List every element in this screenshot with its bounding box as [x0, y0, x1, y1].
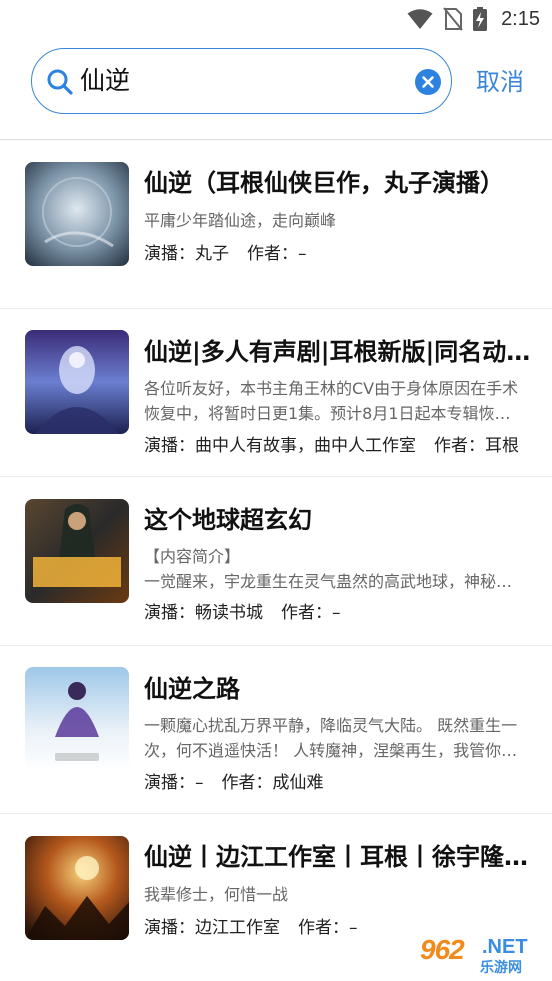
result-item[interactable]: 仙逆|多人有声剧|耳根新版|同名动画原著 各位听友好，本书主角王林的CV由于身体…: [0, 309, 552, 476]
cancel-button[interactable]: 取消: [476, 66, 524, 98]
author-label: 作者：成仙难: [221, 773, 324, 793]
result-description: 【内容简介】 一觉醒来，宇龙重生在灵气蛊然的高武地球，神秘力量觉醒: [144, 547, 526, 591]
watermark-net: .NET: [482, 936, 528, 958]
result-title: 这个地球超玄幻: [144, 506, 312, 534]
author-label: 作者：–: [298, 918, 358, 938]
no-sim-icon: [443, 7, 463, 31]
result-title: 仙逆之路: [144, 675, 240, 703]
clear-icon[interactable]: [415, 69, 441, 95]
author-label: 作者：耳根: [434, 436, 519, 456]
watermark-number: 962: [420, 934, 465, 965]
search-icon: [47, 69, 73, 95]
watermark-site-name: 乐游网: [480, 960, 522, 976]
battery-charging-icon: [473, 7, 488, 31]
result-title: 仙逆丨边江工作室丨耳根丨徐宇隆演播: [144, 843, 534, 871]
result-description: 我辈修士，何惜一战: [144, 885, 289, 904]
result-item[interactable]: 仙逆（耳根仙侠巨作，丸子演播） 平庸少年踏仙途，走向巅峰 演播：丸子 作者：–: [0, 140, 552, 308]
site-watermark-logo: 962 .NET 乐游网: [414, 932, 548, 976]
clock-time: 2:15: [501, 7, 540, 30]
result-description: 各位听友好，本书主角王林的CV由于身体原因在手术 恢复中，将暂时日更1集。预计8…: [144, 379, 526, 423]
search-row: 仙逆 取消: [0, 44, 552, 118]
book-cover: [25, 667, 129, 771]
book-cover: [25, 162, 129, 266]
result-meta: 演播：– 作者：成仙难: [144, 771, 534, 795]
book-cover: [25, 330, 129, 434]
result-description: 一颗魔心扰乱万界平静，降临灵气大陆。 既然重生一 次，何不逍遥快活！ 人转魔神，…: [144, 716, 526, 760]
book-cover: [25, 836, 129, 940]
narrator-label: 演播：畅读书城: [144, 603, 263, 623]
search-query-text[interactable]: 仙逆: [80, 64, 130, 98]
wifi-icon: [407, 9, 433, 29]
book-cover: [25, 499, 129, 603]
result-description: 平庸少年踏仙途，走向巅峰: [144, 211, 337, 230]
narrator-label: 演播：–: [144, 773, 204, 793]
result-meta: 演播：丸子 作者：–: [144, 242, 534, 266]
narrator-label: 演播：丸子: [144, 244, 229, 264]
author-label: 作者：–: [281, 603, 341, 623]
result-title: 仙逆|多人有声剧|耳根新版|同名动画原著: [144, 338, 534, 366]
result-item[interactable]: 这个地球超玄幻 【内容简介】 一觉醒来，宇龙重生在灵气蛊然的高武地球，神秘力量觉…: [0, 477, 552, 645]
search-input[interactable]: 仙逆: [31, 48, 452, 114]
result-meta: 演播：畅读书城 作者：–: [144, 601, 534, 625]
result-meta: 演播：曲中人有故事，曲中人工作室 作者：耳根: [144, 434, 534, 458]
narrator-label: 演播：曲中人有故事，曲中人工作室: [144, 436, 416, 456]
author-label: 作者：–: [247, 244, 307, 264]
status-bar: 2:15: [0, 0, 552, 38]
result-item[interactable]: 仙逆之路 一颗魔心扰乱万界平静，降临灵气大陆。 既然重生一 次，何不逍遥快活！ …: [0, 646, 552, 813]
result-title: 仙逆（耳根仙侠巨作，丸子演播）: [144, 169, 504, 197]
narrator-label: 演播：边江工作室: [144, 918, 280, 938]
